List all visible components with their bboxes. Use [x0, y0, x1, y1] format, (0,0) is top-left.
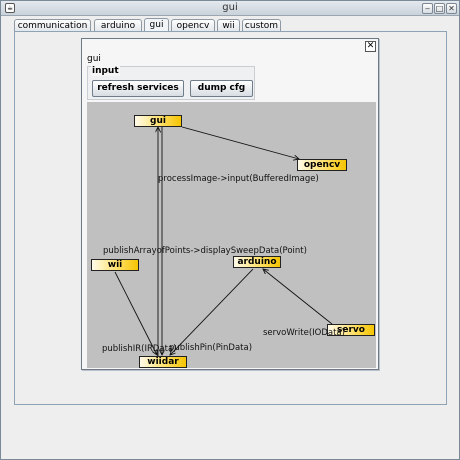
- edge-servo-arduino: [263, 269, 333, 325]
- panel-close-icon[interactable]: ✕: [365, 41, 376, 52]
- node-opencv[interactable]: opencv: [297, 159, 347, 171]
- node-gui[interactable]: gui: [134, 115, 182, 127]
- refresh-services-button[interactable]: refresh services: [92, 80, 184, 97]
- panel-title: gui: [87, 54, 101, 64]
- close-icon[interactable]: ✕: [446, 3, 457, 14]
- node-arduino[interactable]: arduino: [233, 256, 281, 268]
- main-window: ☕ gui ‒ □ ✕ communication arduino gui op…: [0, 0, 460, 460]
- node-wiidar[interactable]: wiidar: [139, 356, 187, 368]
- service-graph[interactable]: gui opencv wii arduino servo wiidar proc…: [87, 102, 376, 368]
- maximize-icon[interactable]: □: [434, 3, 445, 14]
- edge-label-publishpin: publishPin(PinData): [169, 343, 253, 353]
- edge-label-publisharrayofpoints: publishArrayofPoints->displaySweepData(P…: [103, 246, 307, 256]
- node-wii[interactable]: wii: [91, 259, 139, 271]
- dump-cfg-button[interactable]: dump cfg: [190, 80, 253, 97]
- window-title: gui: [222, 2, 238, 13]
- edge-label-processimage: processImage->input(BufferedImage): [158, 174, 319, 184]
- minimize-icon[interactable]: ‒: [422, 3, 433, 14]
- edge-label-publishir: publishIR(IRData): [102, 344, 177, 354]
- tab-gui[interactable]: gui: [144, 18, 169, 32]
- edge-wii-wiidar: [114, 271, 157, 355]
- input-group-label: input: [91, 66, 120, 76]
- title-bar[interactable]: ☕ gui ‒ □ ✕: [1, 1, 459, 16]
- edge-gui-opencv: [181, 126, 299, 159]
- gui-service-panel: ✕ gui input refresh services dump cfg gu…: [81, 38, 379, 370]
- input-group: input refresh services dump cfg: [87, 66, 255, 100]
- edge-label-servowrite: servoWrite(IOData): [263, 328, 345, 338]
